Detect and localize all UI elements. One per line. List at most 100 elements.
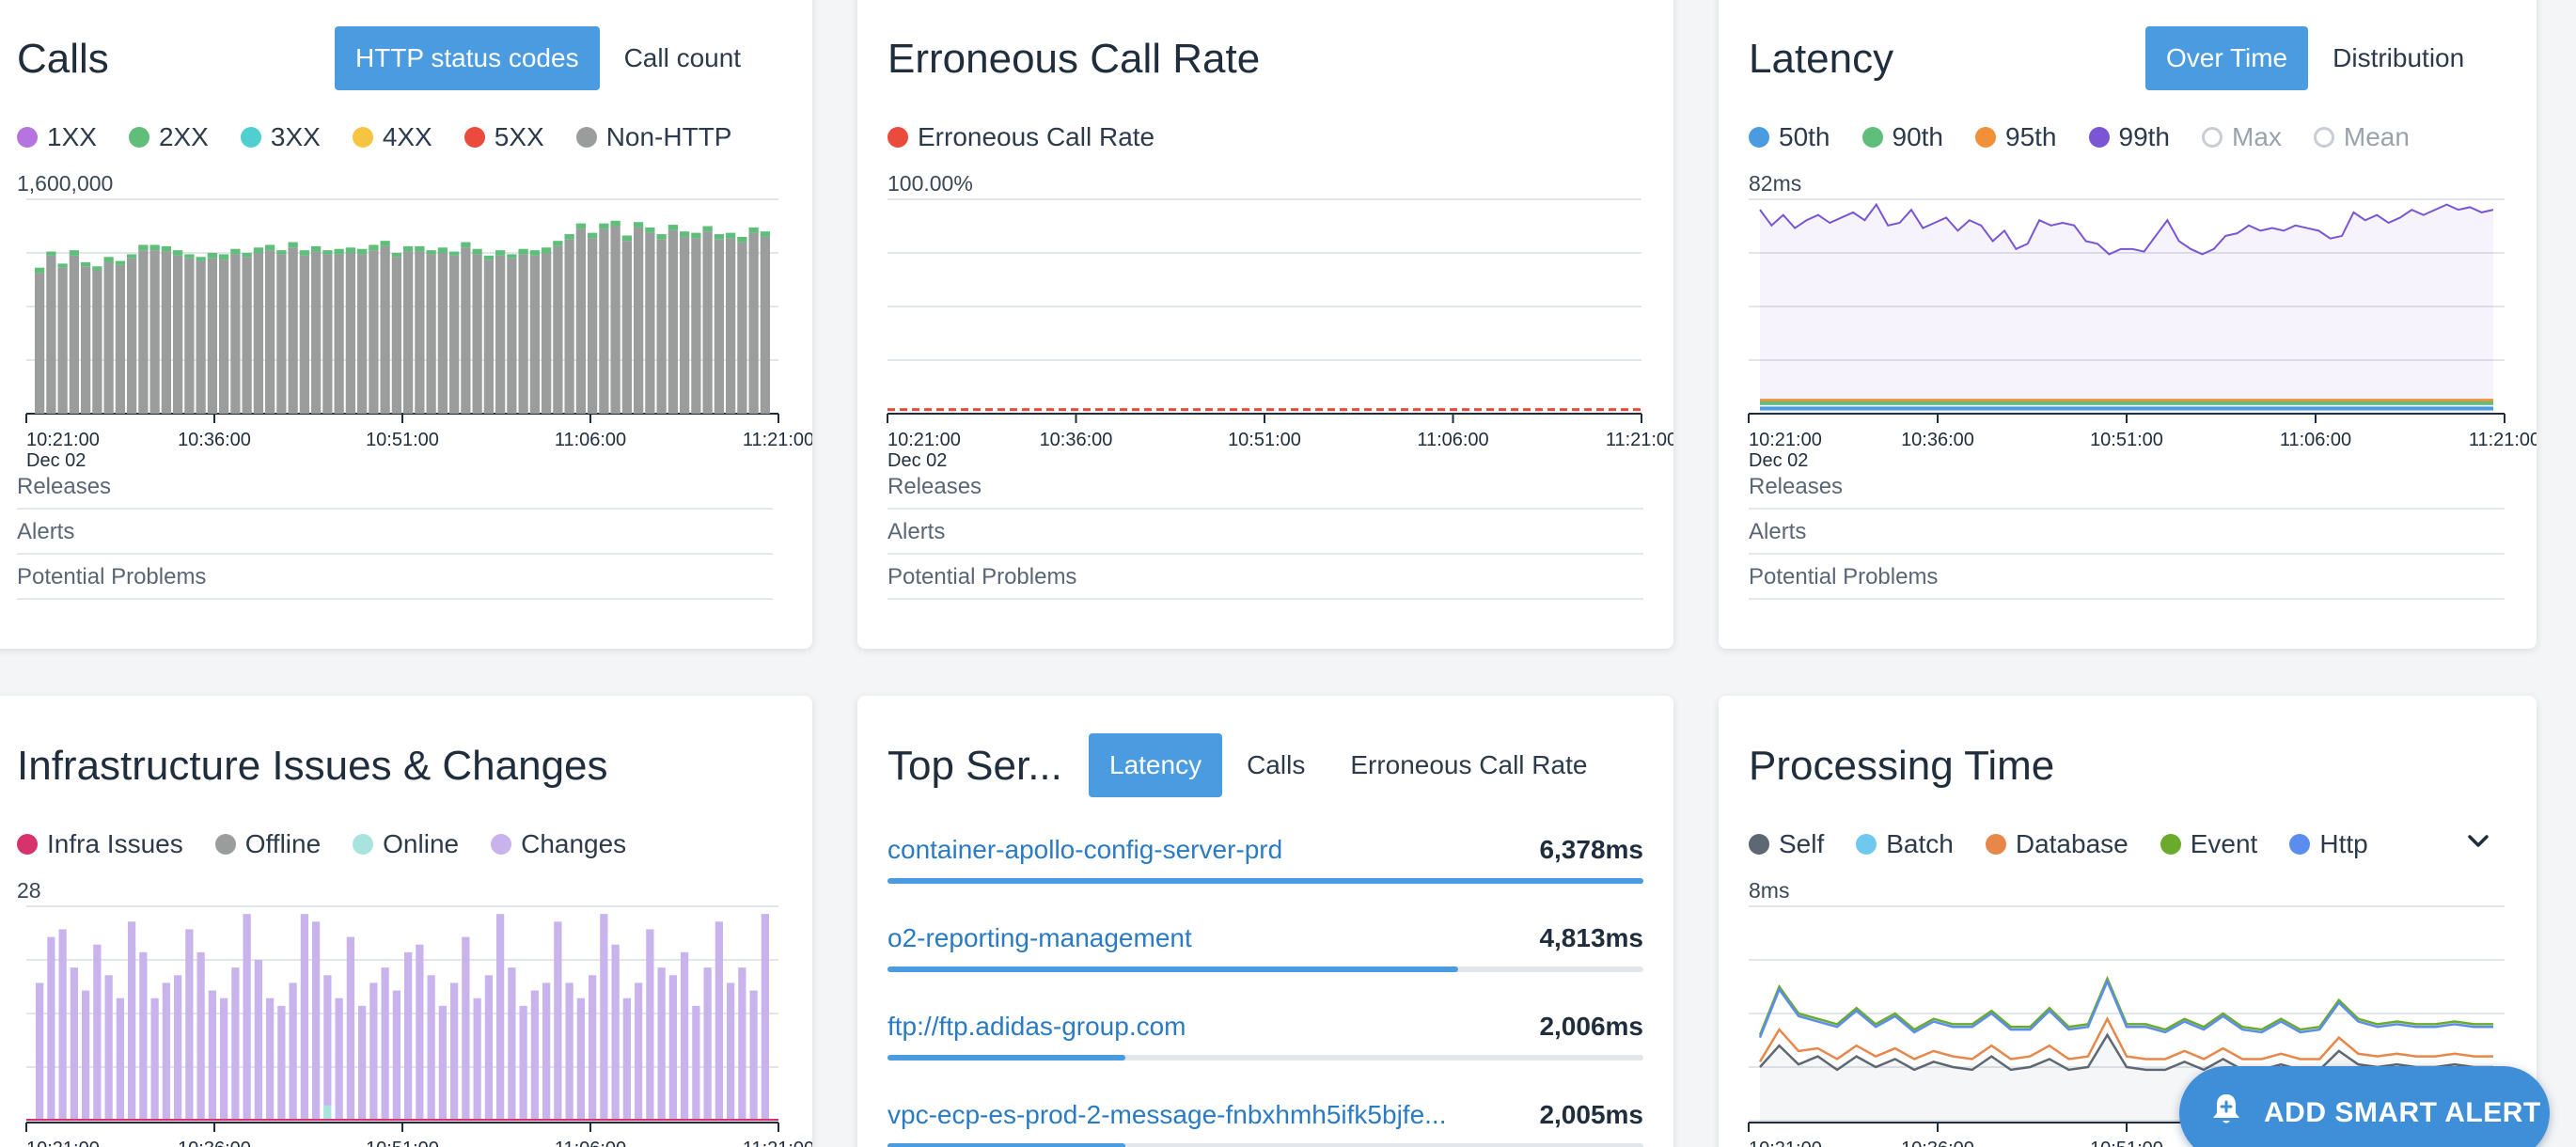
bar-non-http xyxy=(391,257,401,414)
bar-changes xyxy=(196,951,205,1121)
bar-2xx xyxy=(69,250,79,256)
potential-problems-row[interactable]: Potential Problems xyxy=(1749,555,2505,600)
bar-changes xyxy=(323,975,332,1121)
bar-changes xyxy=(289,982,297,1121)
bar-changes xyxy=(231,967,240,1121)
toggle-erroneous-call-rate[interactable]: Erroneous Call Rate xyxy=(1329,733,1608,797)
bar-non-http xyxy=(311,251,322,414)
bar-2xx xyxy=(345,247,355,253)
bar-non-http xyxy=(57,267,68,414)
bar-non-http xyxy=(645,232,655,414)
bar-changes xyxy=(542,982,551,1121)
bar-2xx xyxy=(495,250,506,256)
x-tick-label: 10:21:00 xyxy=(1749,1139,1822,1147)
bar-2xx xyxy=(35,267,45,274)
service-latency-value: 2,006ms xyxy=(1539,1012,1643,1041)
bar-non-http xyxy=(726,238,736,414)
potential-problems-row[interactable]: Potential Problems xyxy=(17,555,773,600)
bar-non-http xyxy=(461,247,471,414)
bar-changes xyxy=(312,921,321,1121)
bar-2xx xyxy=(542,247,552,253)
erroneous-chart: 10:21:00 10:36:00 10:51:00 11:06:00 11:21:00… xyxy=(887,198,1673,471)
bar-non-http xyxy=(760,236,770,414)
bar-non-http xyxy=(46,255,56,414)
bar-changes xyxy=(668,975,677,1121)
calls-event-rows: Releases Alerts Potential Problems xyxy=(17,464,773,600)
bar-non-http xyxy=(173,255,183,414)
bar-non-http xyxy=(437,253,448,414)
bar-2xx xyxy=(449,251,460,256)
bar-non-http xyxy=(599,228,609,414)
top-service-item: vpc-ecp-es-prod-2-message-fnbxhmh5ifk5bj… xyxy=(887,1100,1643,1147)
bar-non-http xyxy=(161,251,171,414)
potential-problems-row[interactable]: Potential Problems xyxy=(887,555,1643,600)
bar-2xx xyxy=(46,251,56,256)
service-link[interactable]: o2-reporting-management xyxy=(887,923,1499,953)
service-bar-fill xyxy=(887,966,1459,972)
service-bar-fill xyxy=(887,1143,1126,1147)
service-link[interactable]: vpc-ecp-es-prod-2-message-fnbxhmh5ifk5bj… xyxy=(887,1100,1499,1130)
bar-changes xyxy=(565,982,573,1121)
bar-2xx xyxy=(691,232,701,239)
calls-chart: 10:21:00 10:36:00 10:51:00 11:06:00 11:21:00… xyxy=(25,198,812,471)
top-services-title: Top Ser... xyxy=(887,743,1062,789)
bar-2xx xyxy=(507,254,517,259)
bar-non-http xyxy=(149,250,160,414)
bar-2xx xyxy=(553,241,563,246)
bar-non-http xyxy=(230,254,241,414)
series-line-http xyxy=(1758,978,2493,1039)
bar-2xx xyxy=(92,266,102,271)
alerts-row[interactable]: Alerts xyxy=(17,510,773,555)
bar-changes xyxy=(82,990,90,1121)
service-bar-fill xyxy=(887,1055,1126,1061)
infra-issues-card: Infrastructure Issues & Changes Infra Is… xyxy=(0,696,812,1147)
bar-non-http xyxy=(369,250,379,414)
bar-changes xyxy=(727,982,735,1121)
bar-non-http xyxy=(529,255,540,414)
bar-changes xyxy=(496,914,505,1121)
bar-2xx xyxy=(276,250,287,255)
bar-changes xyxy=(254,960,262,1121)
top-services-card: Top Ser... Latency Calls Erroneous Call … xyxy=(857,696,1673,1147)
releases-row[interactable]: Releases xyxy=(1749,464,2505,510)
top-services-toggle: Latency Calls Erroneous Call Rate xyxy=(1089,733,1608,797)
bar-changes xyxy=(508,967,516,1121)
bar-changes xyxy=(404,951,413,1121)
service-link[interactable]: container-apollo-config-server-prd xyxy=(887,835,1499,865)
service-bar-track xyxy=(887,1143,1643,1147)
bar-non-http xyxy=(334,254,344,414)
x-tick-label: 11:21:00 xyxy=(2469,430,2537,450)
bar-non-http xyxy=(656,239,667,414)
toggle-calls[interactable]: Calls xyxy=(1226,733,1326,797)
bar-online xyxy=(323,1105,332,1121)
service-bar-track xyxy=(887,966,1643,972)
bar-changes xyxy=(657,967,666,1121)
bell-plus-icon xyxy=(2207,1091,2245,1136)
bar-non-http xyxy=(207,258,217,414)
bar-non-http xyxy=(127,258,137,414)
bar-changes xyxy=(128,921,136,1121)
bar-non-http xyxy=(242,257,252,414)
bar-changes xyxy=(416,944,424,1121)
service-link[interactable]: ftp://ftp.adidas-group.com xyxy=(887,1012,1499,1042)
bar-2xx xyxy=(380,241,390,246)
service-latency-value: 6,378ms xyxy=(1539,835,1643,864)
latency-card: Latency Over Time Distribution 50th 90th 9… xyxy=(1719,0,2537,649)
toggle-latency[interactable]: Latency xyxy=(1089,733,1223,797)
x-tick-label: 11:06:00 xyxy=(1417,430,1488,450)
releases-row[interactable]: Releases xyxy=(887,464,1643,510)
bar-non-http xyxy=(115,264,125,414)
add-smart-alert-button[interactable]: ADD SMART ALERT xyxy=(2179,1066,2550,1147)
bar-changes xyxy=(36,982,44,1121)
bar-changes xyxy=(116,998,124,1121)
service-latency-value: 4,813ms xyxy=(1539,923,1643,952)
infra-chart: 10:21:00 10:36:00 10:51:00 11:06:00 11:21:00 xyxy=(25,905,812,1147)
x-tick-label: 10:36:00 xyxy=(1901,430,1974,450)
alerts-row[interactable]: Alerts xyxy=(887,510,1643,555)
bar-non-http xyxy=(691,238,701,414)
bar-non-http xyxy=(553,245,563,414)
releases-row[interactable]: Releases xyxy=(17,464,773,510)
alerts-row[interactable]: Alerts xyxy=(1749,510,2505,555)
bar-2xx xyxy=(483,255,494,260)
bar-2xx xyxy=(369,244,379,251)
